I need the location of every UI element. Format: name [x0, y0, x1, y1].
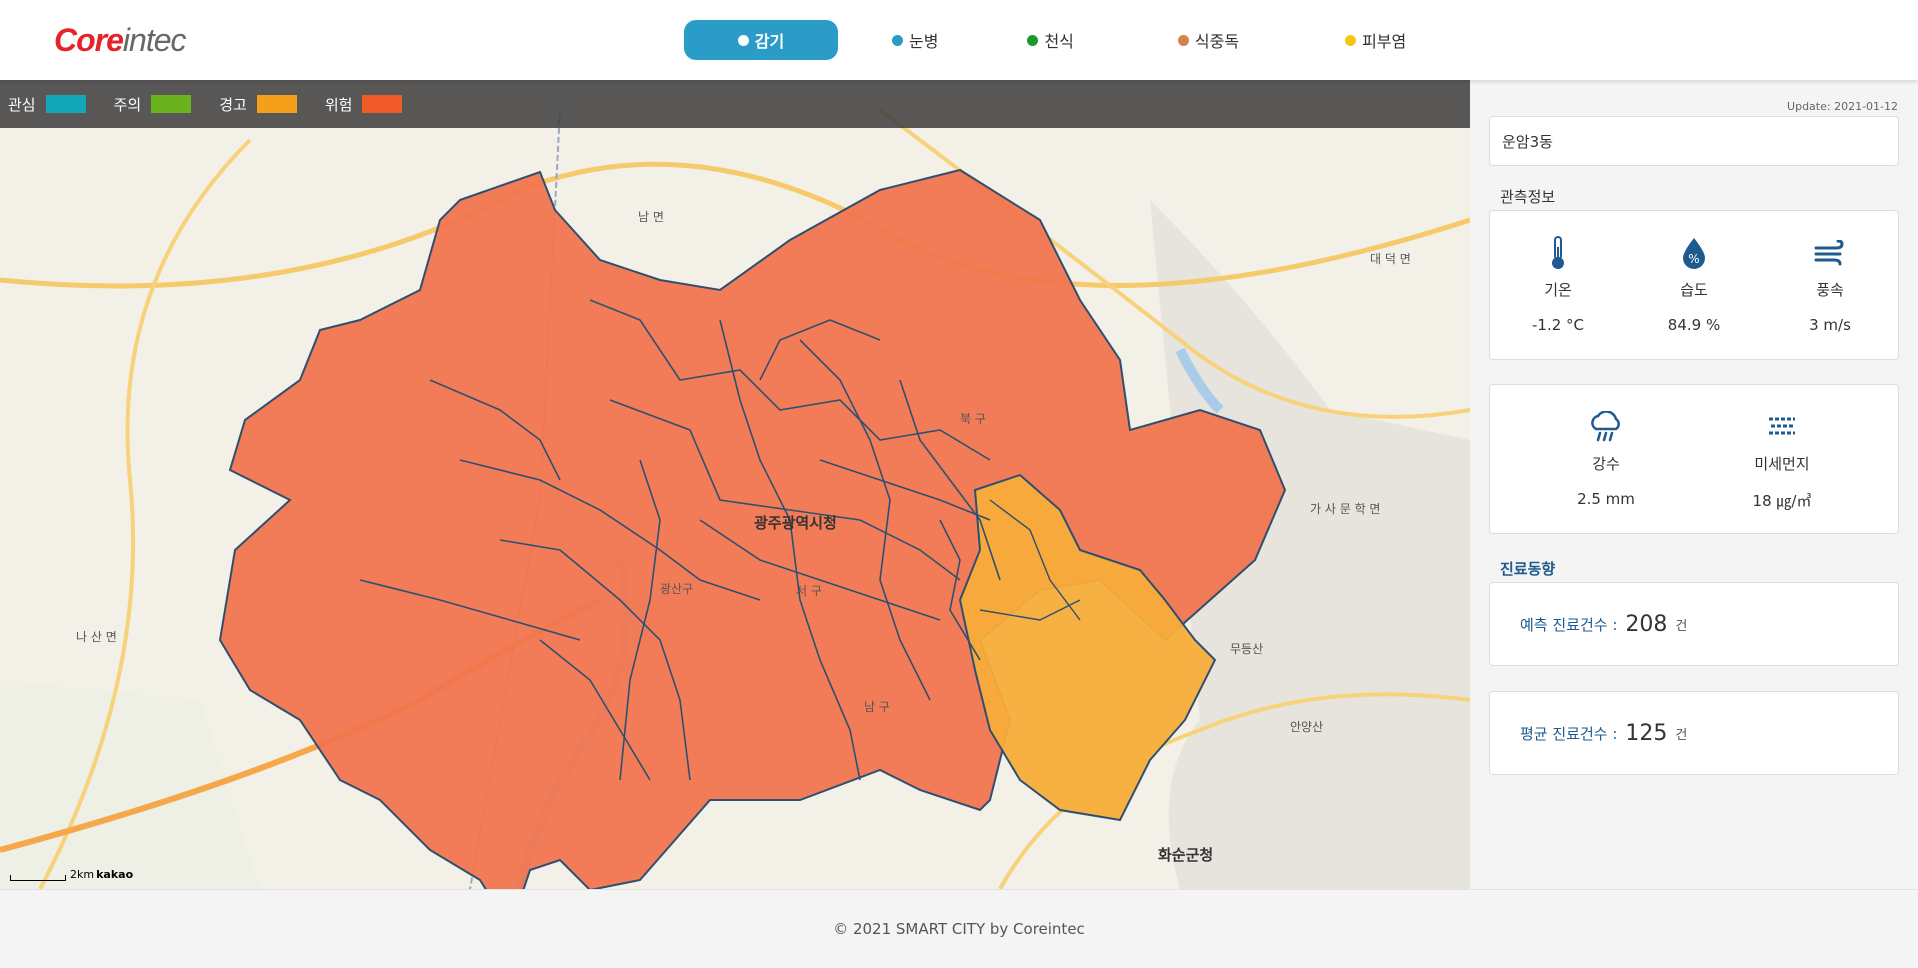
map-place-label: 안양산: [1290, 720, 1324, 734]
dot-icon: [1177, 34, 1189, 46]
footer: © 2021 SMART CITY by Coreintec: [0, 889, 1918, 967]
metric-value: 18 ㎍/㎥: [1752, 492, 1812, 510]
trend-title: 진료동향: [1500, 560, 1556, 578]
dot-icon: [737, 34, 749, 46]
risk-map[interactable]: 관심 주의 경고 위험 광주광역시청 나 산 면 남 면 북 구 서 구 남 구…: [0, 80, 1470, 889]
location-box: 운암3동: [1489, 116, 1899, 166]
map-place-label: 무등산: [1230, 642, 1264, 656]
legend-swatch: [256, 95, 297, 113]
metric-value: 84.9 %: [1667, 316, 1721, 334]
legend-swatch: [362, 95, 403, 113]
thermometer-icon: [1549, 235, 1567, 271]
metric-fine-dust: 미세먼지 18 ㎍/㎥: [1722, 409, 1842, 511]
logo-intec: intec: [122, 22, 187, 58]
metric-value: -1.2 °C: [1531, 316, 1584, 334]
risk-legend: 관심 주의 경고 위험: [0, 80, 1470, 128]
weather-card: 강수 2.5 mm 미세먼지 18 ㎍/㎥: [1489, 384, 1899, 534]
metrics-row: 기온 -1.2 °C % 습도 84.9 % 풍속 3 m/s: [1490, 211, 1898, 334]
metric-label: 풍속: [1816, 281, 1844, 299]
dot-icon: [1345, 34, 1357, 46]
fine-dust-icon: [1767, 409, 1797, 445]
legend-swatch: [45, 95, 86, 113]
map-place-label: 남 구: [864, 700, 890, 714]
map-place-label: 북 구: [960, 412, 986, 426]
metric-label: 기온: [1544, 281, 1572, 299]
tab-label: 감기: [754, 32, 785, 51]
observation-title: 관측정보: [1500, 188, 1556, 206]
metric-value: 3 m/s: [1809, 316, 1851, 334]
tab-food-poisoning[interactable]: 식중독: [1177, 20, 1240, 60]
metric-value: 2.5 mm: [1577, 490, 1635, 508]
wind-icon: [1814, 235, 1846, 271]
logo[interactable]: Coreintec: [54, 22, 186, 59]
legend-label: 위험: [324, 95, 353, 114]
legend-label: 관심: [8, 95, 36, 114]
metric-label: 미세먼지: [1754, 455, 1810, 473]
metric-label: 습도: [1680, 281, 1708, 299]
metric-label: 강수: [1592, 455, 1620, 473]
average-unit: 건: [1675, 727, 1688, 743]
legend-swatch: [151, 95, 192, 113]
tab-label: 천식: [1044, 32, 1074, 51]
header: Coreintec 감기 눈병 천식 식중독 피부염: [0, 0, 1918, 80]
metric-humidity: % 습도 84.9 %: [1634, 235, 1754, 334]
tab-cold[interactable]: 감기: [684, 20, 838, 60]
scale-label: 2km: [70, 868, 95, 881]
legend-warning: 경고: [219, 94, 297, 115]
city-hall-label: 광주광역시청: [754, 514, 837, 532]
legend-label: 주의: [113, 95, 142, 114]
tab-label: 눈병: [909, 32, 939, 51]
update-date: Update: 2021-01-12: [1787, 100, 1898, 113]
tab-dermatitis[interactable]: 피부염: [1345, 20, 1406, 60]
predicted-value: 208: [1625, 611, 1668, 637]
predicted-count-card: 예측 진료건수 : 208 건: [1489, 582, 1899, 666]
map-place-label: 가 사 문 학 면: [1310, 502, 1381, 516]
map-place-label: 화순군청: [1158, 846, 1214, 864]
legend-label: 경고: [219, 95, 247, 114]
observation-card: 기온 -1.2 °C % 습도 84.9 % 풍속 3 m/s: [1489, 210, 1899, 360]
legend-interest: 관심: [8, 94, 86, 115]
metric-wind: 풍속 3 m/s: [1770, 235, 1890, 334]
dot-icon: [892, 34, 903, 46]
average-count-card: 평균 진료건수 : 125 건: [1489, 691, 1899, 775]
legend-caution: 주의: [114, 94, 192, 115]
average-label: 평균 진료건수 :: [1520, 724, 1618, 743]
svg-text:%: %: [1688, 252, 1699, 266]
tab-label: 식중독: [1194, 32, 1240, 51]
map-place-label: 대 덕 면: [1370, 252, 1411, 266]
rain-icon: [1588, 409, 1624, 445]
tab-eye-disease[interactable]: 눈병: [892, 20, 938, 60]
scale-bar: [10, 875, 66, 881]
map-place-label: 광산구: [660, 582, 694, 596]
map-place-label: 나 산 면: [76, 630, 117, 644]
disease-tabs: 감기 눈병 천식 식중독 피부염: [684, 20, 1406, 60]
predicted-unit: 건: [1675, 618, 1688, 634]
map-scale: 2km kakao: [10, 868, 133, 881]
metrics-row: 강수 2.5 mm 미세먼지 18 ㎍/㎥: [1490, 385, 1898, 511]
predicted-label: 예측 진료건수 :: [1520, 615, 1618, 634]
humidity-icon: %: [1681, 235, 1707, 271]
tab-asthma[interactable]: 천식: [1027, 20, 1074, 60]
metric-temperature: 기온 -1.2 °C: [1498, 235, 1618, 334]
logo-core: Core: [54, 22, 124, 58]
average-value: 125: [1625, 720, 1668, 746]
metric-precipitation: 강수 2.5 mm: [1546, 409, 1666, 511]
map-brand: kakao: [96, 868, 134, 881]
tab-label: 피부염: [1362, 32, 1407, 51]
map-place-label: 남 면: [638, 210, 664, 224]
map-canvas[interactable]: [0, 80, 1470, 889]
info-panel: Update: 2021-01-12 운암3동 관측정보 기온 -1.2 °C …: [1470, 80, 1918, 889]
legend-danger: 위험: [325, 94, 403, 115]
dot-icon: [1027, 34, 1039, 46]
map-place-label: 서 구: [796, 584, 822, 598]
